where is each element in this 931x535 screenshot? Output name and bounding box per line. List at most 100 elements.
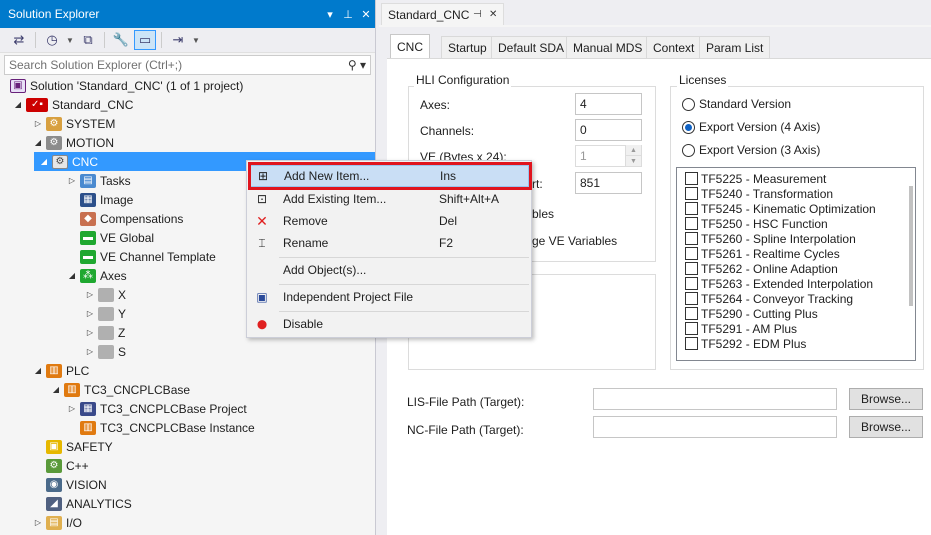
expanded-arrow-icon[interactable]: ◢: [50, 385, 62, 394]
tree-item-solution[interactable]: ▣ Solution 'Standard_CNC' (1 of 1 projec…: [8, 76, 243, 95]
tree-item-axis-y[interactable]: ▷ Y: [84, 304, 126, 323]
tree-item-axis-x[interactable]: ▷ X: [84, 285, 126, 304]
document-tab-standard-cnc[interactable]: Standard_CNC ⊣ ✕: [381, 3, 504, 25]
tree-item-compensations[interactable]: ◆ Compensations: [78, 209, 183, 228]
tree-item-tc3-cncplcbase[interactable]: ◢ ▥ TC3_CNCPLCBase: [50, 380, 190, 399]
radio-button[interactable]: [682, 143, 695, 157]
menu-item-add-new-item[interactable]: ⊞ Add New Item... Ins: [249, 165, 529, 187]
pin-icon[interactable]: ⊣: [473, 9, 489, 20]
checkbox[interactable]: [685, 307, 698, 320]
radio-standard-version[interactable]: Standard Version: [682, 97, 791, 111]
checkbox[interactable]: [685, 217, 698, 230]
expanded-arrow-icon[interactable]: ◢: [32, 366, 44, 375]
close-icon[interactable]: ✕: [357, 8, 375, 21]
expanded-arrow-icon[interactable]: ◢: [12, 100, 24, 109]
checkbox[interactable]: [685, 262, 698, 275]
check-tf5264[interactable]: TF5264 - Conveyor Tracking: [685, 291, 853, 306]
check-tf5292[interactable]: TF5292 - EDM Plus: [685, 336, 806, 351]
tree-item-safety[interactable]: ▣ SAFETY: [44, 437, 113, 456]
license-list-scrollbar[interactable]: [909, 186, 913, 306]
expanded-arrow-icon[interactable]: ◢: [66, 271, 78, 280]
checkbox[interactable]: [685, 277, 698, 290]
tab-context[interactable]: Context: [646, 36, 702, 58]
checkbox[interactable]: [685, 232, 698, 245]
nc-file-path-input[interactable]: [593, 416, 837, 438]
collapsed-arrow-icon[interactable]: ▷: [66, 176, 78, 185]
tree-item-ve-channel-template[interactable]: ▬ VE Channel Template: [78, 247, 216, 266]
check-tf5260[interactable]: TF5260 - Spline Interpolation: [685, 231, 856, 246]
tree-item-motion[interactable]: ◢ ⚙ MOTION: [32, 133, 114, 152]
menu-item-rename[interactable]: ⌶ Rename F2: [249, 232, 529, 254]
checkbox[interactable]: [685, 247, 698, 260]
pin-icon[interactable]: ⊥: [339, 8, 357, 21]
tab-startup[interactable]: Startup: [441, 36, 494, 58]
preview-selected-icon[interactable]: ▭: [134, 30, 156, 50]
collapsed-arrow-icon[interactable]: ▷: [32, 119, 44, 128]
window-position-dropdown-icon[interactable]: ▾: [321, 8, 339, 21]
lis-file-path-input[interactable]: [593, 388, 837, 410]
collapsed-arrow-icon[interactable]: ▷: [84, 328, 96, 337]
check-tf5262[interactable]: TF5262 - Online Adaption: [685, 261, 838, 276]
checkbox[interactable]: [685, 337, 698, 350]
checkbox[interactable]: [685, 292, 698, 305]
tree-item-tc3-cncplcbase-project[interactable]: ▷ ▦ TC3_CNCPLCBase Project: [66, 399, 247, 418]
sync-icon[interactable]: ⇥: [167, 30, 189, 50]
history-icon[interactable]: ◷: [41, 30, 63, 50]
expanded-arrow-icon[interactable]: ◢: [34, 157, 50, 166]
tree-item-axes[interactable]: ◢ ⁂ Axes: [66, 266, 127, 285]
search-box[interactable]: ⚲ ▾: [4, 55, 371, 75]
tab-default-sda[interactable]: Default SDA: [491, 36, 572, 58]
history-dropdown-icon[interactable]: ▼: [65, 30, 75, 50]
tree-item-standard-cnc[interactable]: ◢ ✓▪ Standard_CNC: [12, 95, 133, 114]
collapsed-arrow-icon[interactable]: ▷: [66, 404, 78, 413]
tree-item-analytics[interactable]: ◢ ANALYTICS: [44, 494, 132, 513]
tree-item-plc[interactable]: ◢ ▥ PLC: [32, 361, 89, 380]
check-tf5290[interactable]: TF5290 - Cutting Plus: [685, 306, 818, 321]
tab-cnc[interactable]: CNC: [390, 34, 430, 59]
sync-dropdown-icon[interactable]: ▼: [191, 30, 201, 50]
checkbox[interactable]: [685, 322, 698, 335]
menu-item-remove[interactable]: ✕ Remove Del: [249, 210, 529, 232]
collapse-all-icon[interactable]: ⧉: [77, 30, 99, 50]
axes-field[interactable]: 4: [575, 93, 642, 115]
check-tf5250[interactable]: TF5250 - HSC Function: [685, 216, 828, 231]
tree-item-vision[interactable]: ◉ VISION: [44, 475, 107, 494]
port-field[interactable]: 851: [575, 172, 642, 194]
checkbox[interactable]: [685, 202, 698, 215]
tree-item-ve-global[interactable]: ▬ VE Global: [78, 228, 154, 247]
tree-item-image[interactable]: ▦ Image: [78, 190, 133, 209]
expanded-arrow-icon[interactable]: ◢: [32, 138, 44, 147]
check-tf5291[interactable]: TF5291 - AM Plus: [685, 321, 797, 336]
search-input[interactable]: [9, 58, 344, 72]
collapsed-arrow-icon[interactable]: ▷: [84, 309, 96, 318]
search-icon[interactable]: ⚲ ▾: [344, 58, 370, 72]
radio-button-selected[interactable]: [682, 120, 695, 134]
tree-item-tasks[interactable]: ▷ ▤ Tasks: [66, 171, 131, 190]
channels-field[interactable]: 0: [575, 119, 642, 141]
lis-browse-button[interactable]: Browse...: [849, 388, 923, 410]
check-tf5245[interactable]: TF5245 - Kinematic Optimization: [685, 201, 876, 216]
properties-wrench-icon[interactable]: 🔧: [110, 30, 132, 50]
check-tf5225[interactable]: TF5225 - Measurement: [685, 171, 826, 186]
menu-item-add-existing-item[interactable]: ⊡ Add Existing Item... Shift+Alt+A: [249, 188, 529, 210]
tree-item-cpp[interactable]: ⚙ C++: [44, 456, 89, 475]
radio-export-version-4-axis[interactable]: Export Version (4 Axis): [682, 120, 820, 134]
checkbox[interactable]: [685, 187, 698, 200]
switch-views-icon[interactable]: ⇄: [8, 30, 30, 50]
collapsed-arrow-icon[interactable]: ▷: [32, 518, 44, 527]
collapsed-arrow-icon[interactable]: ▷: [84, 347, 96, 356]
tab-param-list[interactable]: Param List: [699, 36, 771, 58]
tree-item-system[interactable]: ▷ ⚙ SYSTEM: [32, 114, 115, 133]
collapsed-arrow-icon[interactable]: ▷: [84, 290, 96, 299]
close-icon[interactable]: ✕: [489, 9, 503, 20]
check-tf5263[interactable]: TF5263 - Extended Interpolation: [685, 276, 873, 291]
tree-item-axis-z[interactable]: ▷ Z: [84, 323, 125, 342]
tab-manual-mds[interactable]: Manual MDS: [566, 36, 650, 58]
tree-item-io[interactable]: ▷ ▤ I/O: [32, 513, 82, 532]
menu-item-independent-project-file[interactable]: ▣ Independent Project File: [249, 286, 529, 308]
menu-item-disable[interactable]: ⬤ Disable: [249, 313, 529, 335]
menu-item-add-objects[interactable]: Add Object(s)...: [249, 259, 529, 281]
nc-browse-button[interactable]: Browse...: [849, 416, 923, 438]
tree-item-axis-s[interactable]: ▷ S: [84, 342, 126, 361]
radio-export-version-3-axis[interactable]: Export Version (3 Axis): [682, 143, 820, 157]
